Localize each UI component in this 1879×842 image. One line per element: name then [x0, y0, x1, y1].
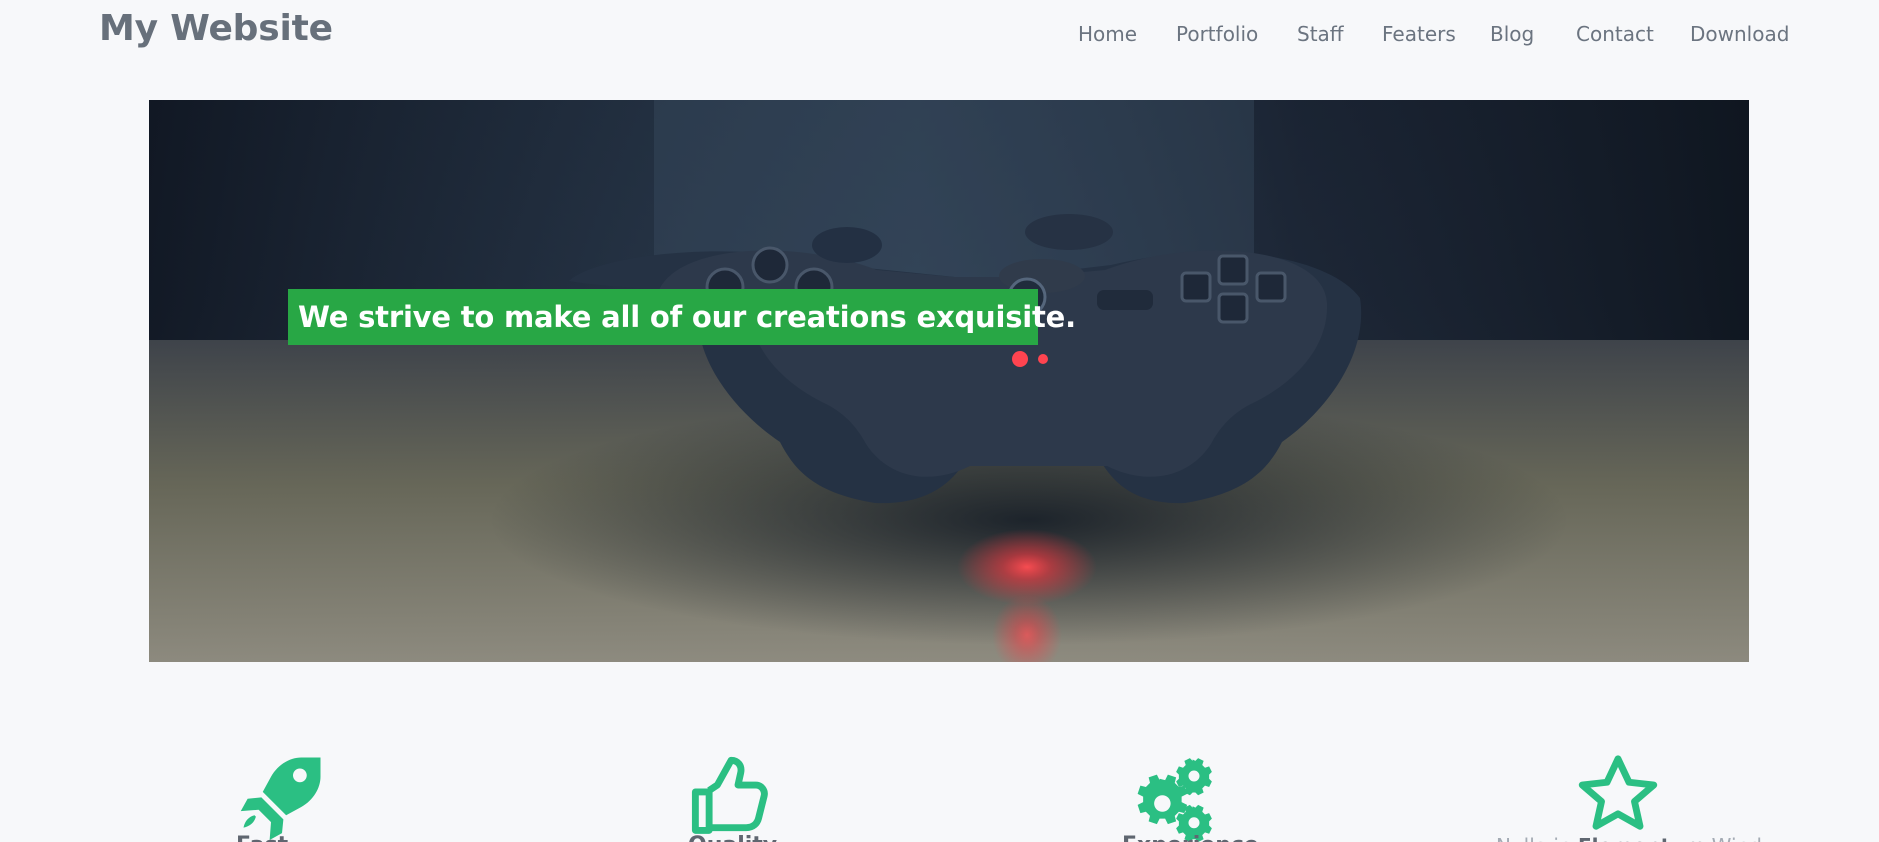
thumbs-up-icon	[691, 756, 768, 834]
brand-logo[interactable]: My Website	[99, 8, 333, 49]
feature-title-experience: Experience	[1122, 834, 1259, 842]
game-controller-image	[149, 100, 1749, 662]
nav-download[interactable]: Download	[1690, 18, 1789, 50]
feature-description-star: Nulla in Elementum Wind	[1496, 834, 1762, 842]
nav-portfolio[interactable]: Portfolio	[1176, 18, 1258, 50]
nav-home[interactable]: Home	[1078, 18, 1137, 50]
gears-icon	[1137, 758, 1212, 842]
page: My Website Home Portfolio Staff Featers …	[0, 0, 1879, 842]
nav-contact[interactable]: Contact	[1576, 18, 1654, 50]
features-section: Fast Quality Experience Nulla in Element…	[0, 752, 1879, 842]
feature-description-prefix: Nulla in	[1496, 834, 1578, 842]
feature-title-fast: Fast	[236, 834, 288, 842]
nav-features[interactable]: Featers	[1382, 18, 1456, 50]
rocket-icon	[240, 757, 321, 840]
feature-description-suffix: Wind	[1705, 834, 1762, 842]
top-navigation: Home Portfolio Staff Featers Blog Contac…	[1055, 18, 1815, 54]
nav-blog[interactable]: Blog	[1490, 18, 1534, 50]
star-icon	[1578, 755, 1658, 830]
hero-banner: We strive to make all of our creations e…	[149, 100, 1749, 662]
nav-staff[interactable]: Staff	[1297, 18, 1344, 50]
feature-title-quality: Quality	[688, 834, 777, 842]
feature-description-emphasis: Elementum	[1578, 834, 1705, 842]
hero-caption: We strive to make all of our creations e…	[288, 289, 1076, 345]
